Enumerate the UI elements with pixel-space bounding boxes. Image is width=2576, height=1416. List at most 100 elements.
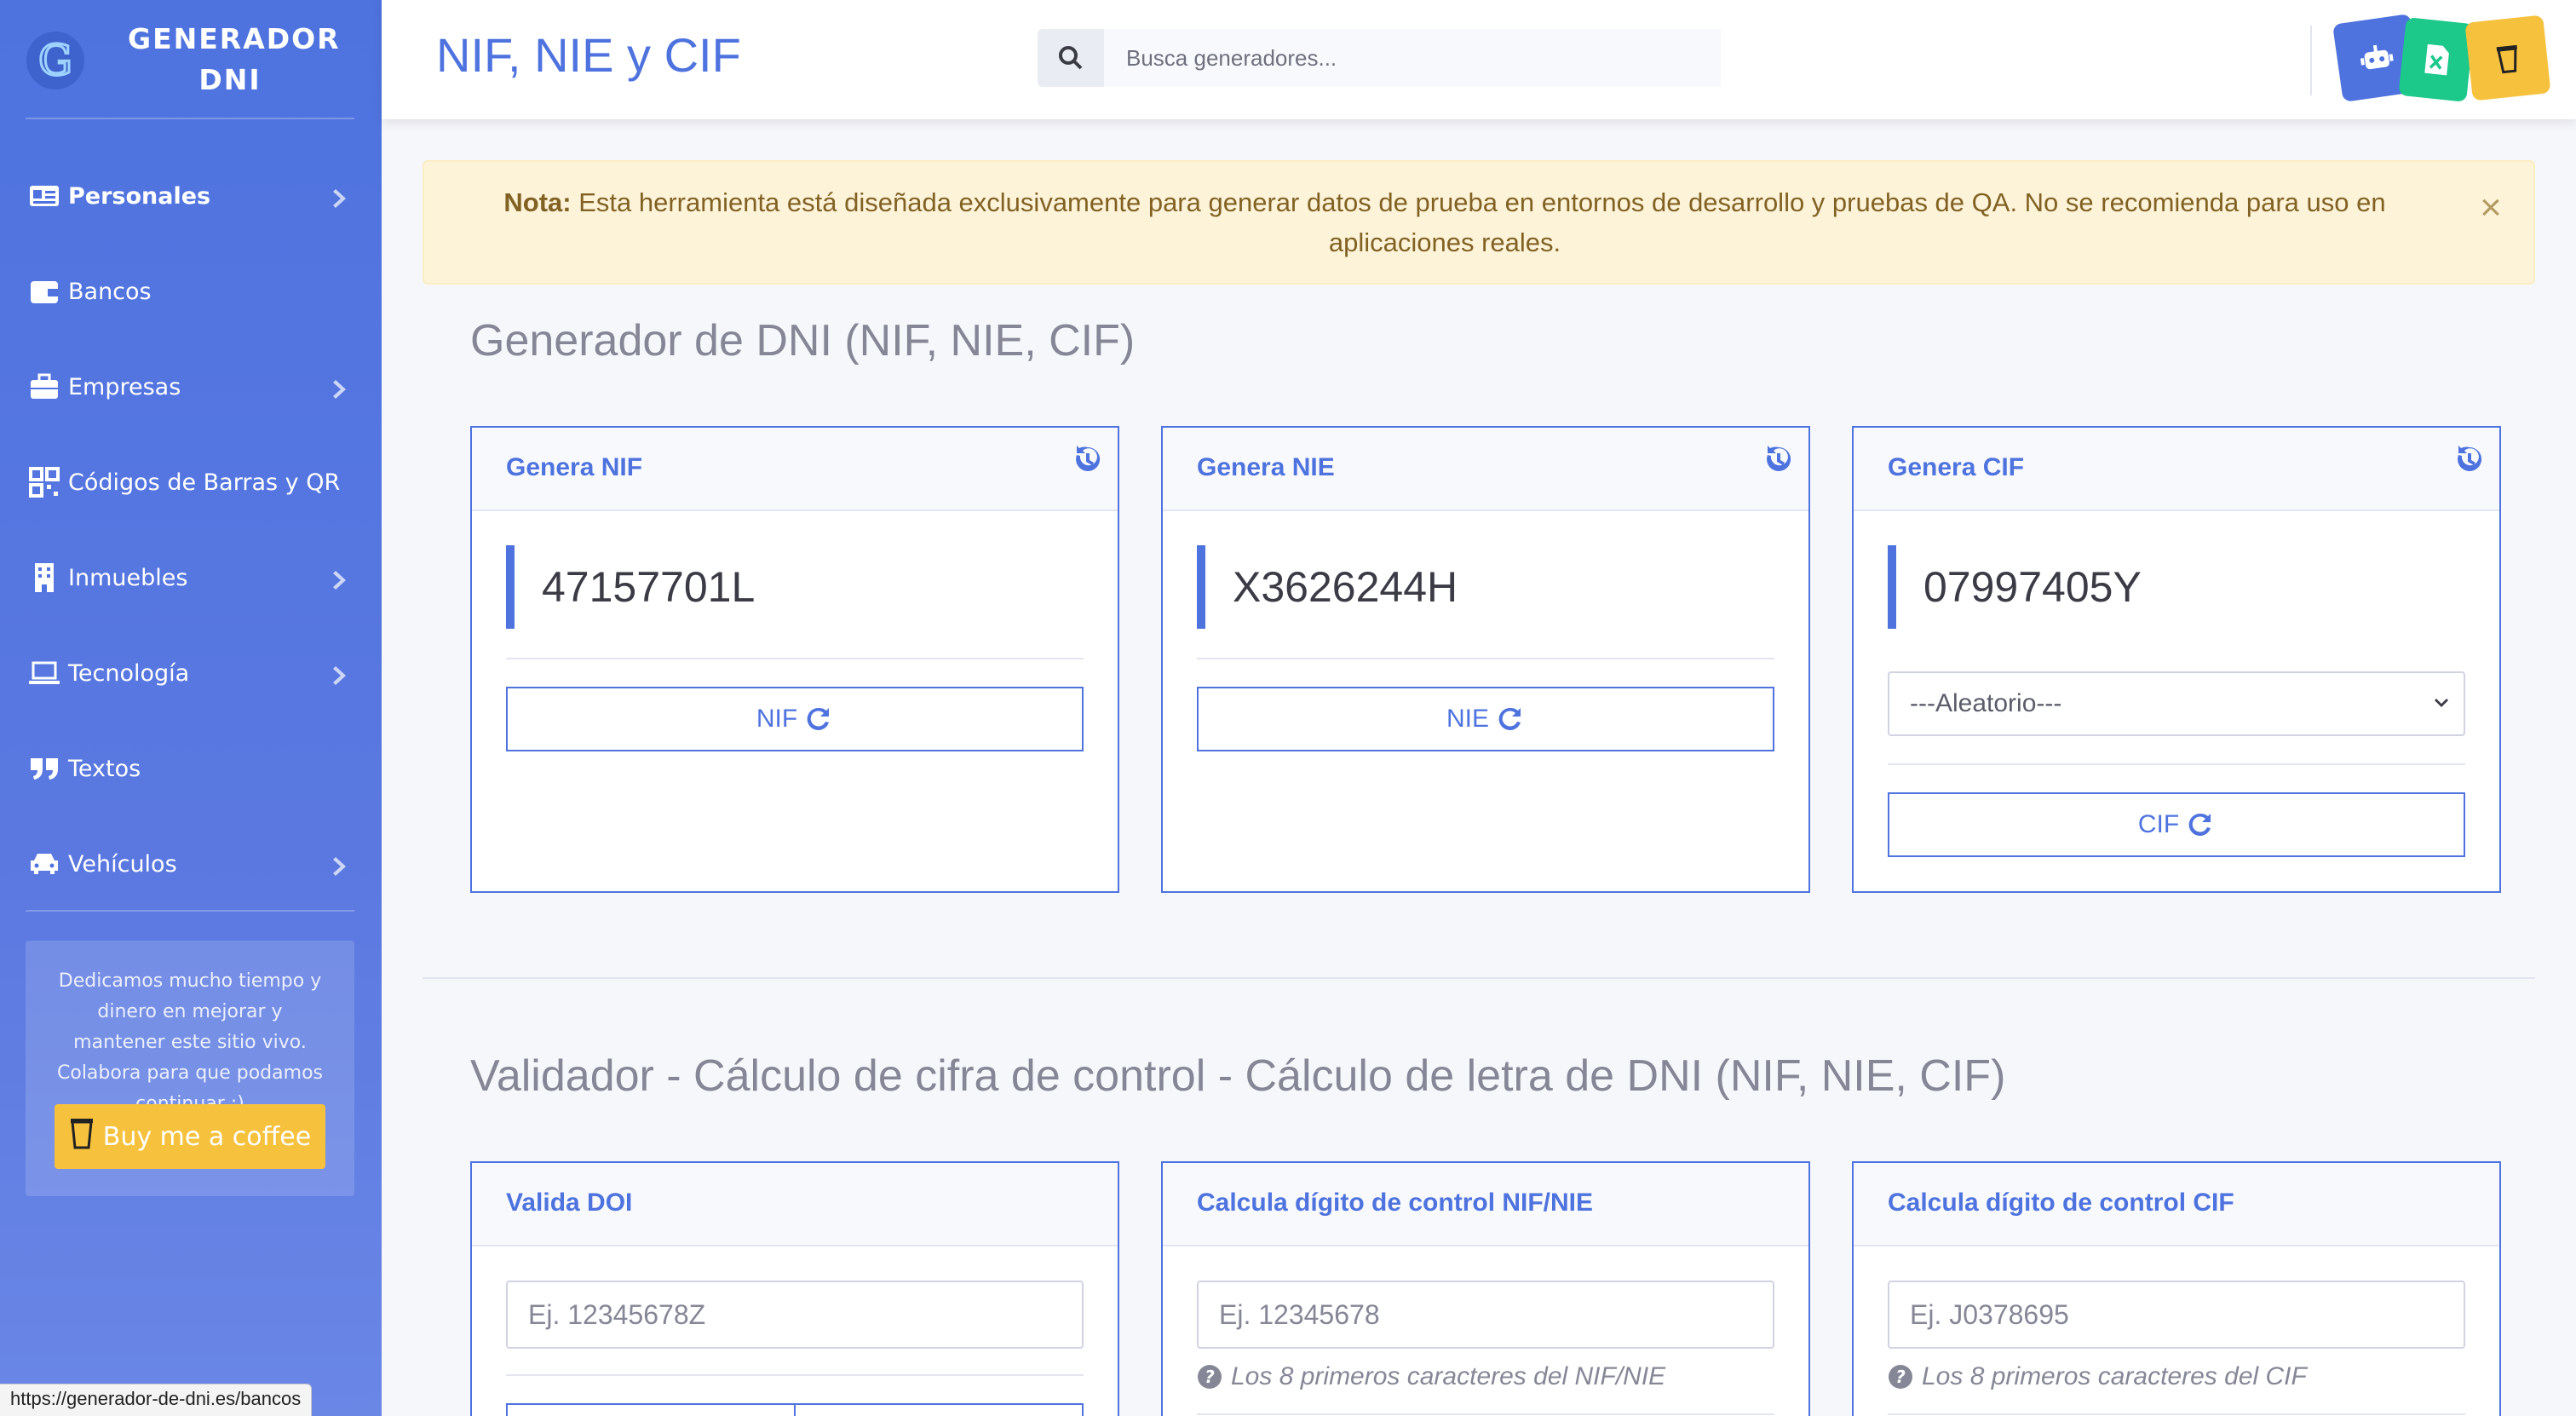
search-button[interactable] [1038, 29, 1104, 87]
history-icon[interactable] [1073, 445, 1102, 474]
note-alert: Nota: Esta herramienta está diseñada exc… [423, 160, 2535, 285]
cif-card: Genera CIF 07997405Y ---Aleatorio--- CIF [1852, 426, 2501, 893]
button-label: NIF [756, 705, 798, 733]
help-text-label: Los 8 primeros caracteres del CIF [1922, 1362, 2307, 1390]
sidebar-item-empresas[interactable]: Empresas [0, 339, 382, 435]
sidebar-item-label: Vehículos [68, 850, 177, 878]
chevron-right-icon [332, 855, 349, 876]
nif-nie-input[interactable] [1197, 1281, 1774, 1349]
donate-box: Dedicamos mucho tiempo y dinero en mejor… [26, 941, 354, 1196]
alert-text: Esta herramienta está diseñada exclusiva… [571, 187, 2386, 257]
card-title: Calcula dígito de control CIF [1888, 1189, 2234, 1217]
chevron-down-icon [2435, 699, 2448, 707]
card-header: Genera NIE [1163, 428, 1808, 511]
validator-section-title: Validador - Cálculo de cifra de control … [470, 1051, 2006, 1101]
sidebar-item-label: Tecnología [68, 659, 190, 687]
cif-control-card: Calcula dígito de control CIF ? Los 8 pr… [1852, 1161, 2501, 1416]
card-title: Calcula dígito de control NIF/NIE [1197, 1189, 1594, 1217]
refresh-icon [2188, 813, 2211, 836]
select-value: ---Aleatorio--- [1910, 689, 2062, 717]
card-divider [1888, 763, 2465, 765]
quote-icon [27, 751, 61, 786]
chevron-right-icon [332, 187, 349, 208]
card-title: Genera CIF [1888, 453, 2025, 481]
history-icon[interactable] [2455, 445, 2484, 474]
sidebar-item-tecnologia[interactable]: Tecnología [0, 625, 382, 721]
sidebar-item-codigos[interactable]: Códigos de Barras y QR [0, 435, 382, 530]
refresh-icon [1498, 707, 1521, 730]
svg-text:G: G [38, 36, 72, 85]
sidebar-item-label: Empresas [68, 373, 181, 400]
chevron-right-icon [332, 569, 349, 590]
buy-coffee-button[interactable]: Buy me a coffee [55, 1104, 325, 1169]
excel-badge[interactable] [2398, 17, 2475, 102]
card-header: Calcula dígito de control NIF/NIE [1163, 1163, 1808, 1246]
search-input[interactable] [1104, 29, 1721, 87]
sidebar-item-label: Códigos de Barras y QR [68, 469, 341, 496]
card-header: Genera CIF [1854, 428, 2499, 511]
validate-doi-card: Valida DOI [470, 1161, 1119, 1416]
sidebar-divider [26, 118, 354, 119]
donate-text: Dedicamos mucho tiempo y dinero en mejor… [57, 970, 323, 1114]
question-circle-icon: ? [1889, 1365, 1912, 1389]
brand-name: GENERADOR DNI [128, 22, 341, 96]
generate-nie-button[interactable]: NIE [1197, 687, 1774, 751]
chevron-right-icon [332, 665, 349, 685]
svg-text:?: ? [1895, 1367, 1906, 1387]
card-divider [1197, 658, 1774, 659]
nif-nie-control-card: Calcula dígito de control NIF/NIE ? Los … [1161, 1161, 1810, 1416]
help-text: ? Los 8 primeros caracteres del NIF/NIE [1197, 1362, 1665, 1391]
laptop-icon [27, 656, 61, 690]
brand[interactable]: G GENERADOR DNI [0, 0, 382, 119]
topbar: NIF, NIE y CIF [382, 0, 2576, 119]
nie-card: Genera NIE X3626244H NIE [1161, 426, 1810, 893]
sidebar-item-personales[interactable]: Personales [0, 148, 382, 244]
cif-result: 07997405Y [1888, 545, 2465, 629]
nif-card: Genera NIF 47157701L NIF [470, 426, 1119, 893]
close-icon[interactable]: × [2474, 189, 2508, 227]
svg-text:?: ? [1205, 1367, 1215, 1387]
coffee-badge[interactable] [2464, 14, 2551, 101]
card-divider [506, 658, 1084, 659]
card-divider [506, 1374, 1084, 1376]
sidebar-item-vehiculos[interactable]: Vehículos [0, 816, 382, 912]
cif-type-select[interactable]: ---Aleatorio--- [1888, 671, 2465, 736]
sidebar-item-label: Textos [68, 755, 141, 782]
excel-icon [2424, 43, 2449, 76]
qrcode-icon [27, 465, 61, 499]
buy-coffee-label: Buy me a coffee [102, 1121, 312, 1152]
card-header: Genera NIF [472, 428, 1118, 511]
question-circle-icon: ? [1198, 1365, 1222, 1389]
sidebar-item-bancos[interactable]: Bancos [0, 244, 382, 339]
doi-input[interactable] [506, 1281, 1084, 1349]
sidebar-divider [26, 910, 354, 912]
generate-nif-button[interactable]: NIF [506, 687, 1084, 751]
button-group-divider [794, 1405, 796, 1416]
sidebar-item-textos[interactable]: Textos [0, 721, 382, 816]
robot-icon [2360, 44, 2394, 70]
refresh-icon [807, 707, 830, 730]
cif-input[interactable] [1888, 1281, 2465, 1349]
card-divider [1888, 1413, 2465, 1415]
generate-cif-button[interactable]: CIF [1888, 792, 2465, 857]
sidebar-item-label: Inmuebles [68, 564, 188, 591]
card-header: Valida DOI [472, 1163, 1118, 1246]
wallet-icon [27, 274, 61, 308]
help-text: ? Los 8 primeros caracteres del CIF [1888, 1362, 2307, 1391]
brand-logo-icon: G [26, 31, 85, 90]
sidebar-item-label: Personales [68, 182, 211, 210]
nif-result: 47157701L [506, 545, 1084, 629]
coffee-cup-icon [2496, 44, 2517, 74]
button-group[interactable] [506, 1403, 1084, 1416]
sidebar-item-inmuebles[interactable]: Inmuebles [0, 530, 382, 625]
topbar-divider [2310, 26, 2312, 95]
button-label: NIE [1446, 705, 1489, 733]
coffee-cup-icon [69, 1117, 95, 1156]
section-divider [423, 977, 2535, 979]
sidebar-item-label: Bancos [68, 278, 152, 305]
card-title: Genera NIF [506, 453, 643, 481]
generator-section-title: Generador de DNI (NIF, NIE, CIF) [470, 316, 1136, 366]
history-icon[interactable] [1764, 445, 1793, 474]
id-card-icon [27, 179, 61, 213]
card-title: Valida DOI [506, 1189, 633, 1217]
